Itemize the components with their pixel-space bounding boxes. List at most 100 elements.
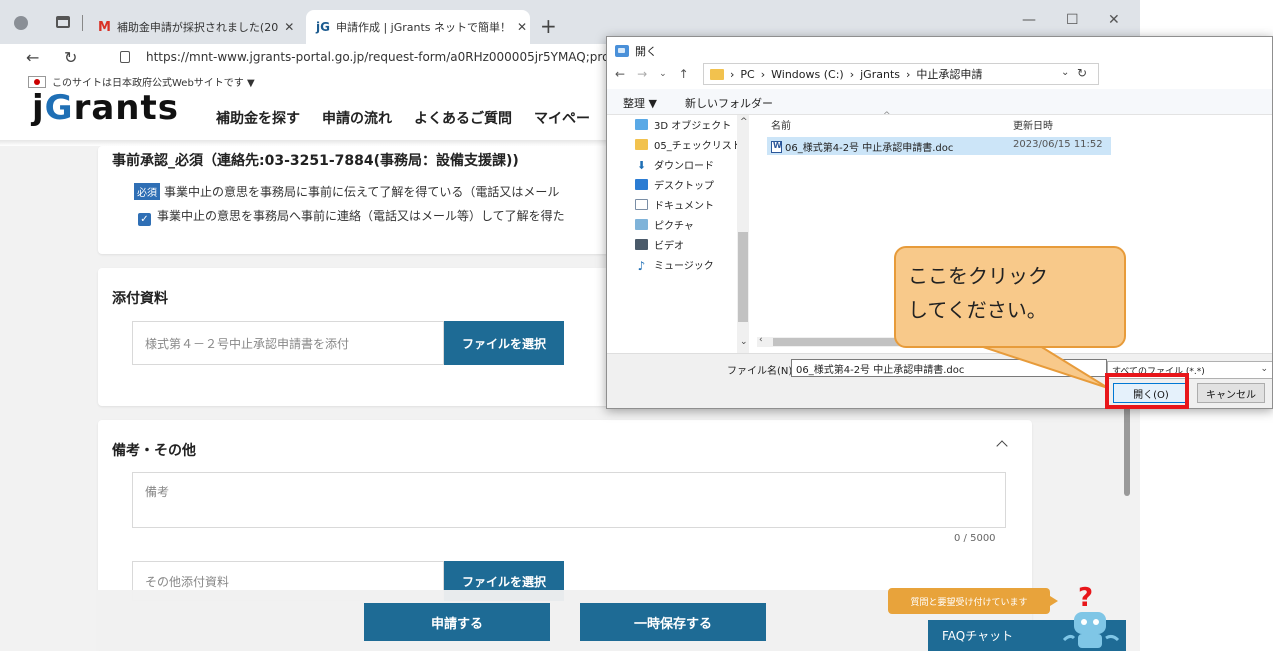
folder-icon (710, 68, 724, 80)
approval-checkbox-row[interactable]: ✓ 事業中止の意思を事務局へ事前に連絡（電話又はメール等）して了解を得た (138, 207, 565, 226)
sort-ascending-icon: ^ (883, 111, 891, 121)
callout-tail (980, 346, 1109, 389)
chevron-down-icon: ⌄ (1260, 364, 1268, 374)
path-segment-folder[interactable]: 中止承認申請 (916, 66, 982, 82)
scroll-down-icon[interactable]: ⌄ (740, 337, 748, 347)
logo-rest: rants (73, 88, 179, 128)
path-segment-jgrants[interactable]: jGrants (860, 68, 900, 81)
logo-letter-j: j (32, 88, 45, 128)
nav-search-subsidy[interactable]: 補助金を探す (216, 108, 300, 128)
instruction-callout: ここをクリック してください。 (894, 246, 1126, 348)
column-modified-header[interactable]: 更新日時 (1013, 117, 1053, 132)
open-button-highlight (1105, 373, 1189, 409)
dialog-path-bar[interactable]: › PC › Windows (C:) › jGrants › 中止承認申請 (703, 63, 1099, 85)
document-icon (635, 199, 648, 210)
tree-label: ドキュメント (654, 201, 714, 212)
close-window-icon[interactable]: ✕ (1108, 12, 1120, 28)
nav-mypage[interactable]: マイペー (534, 108, 590, 128)
tree-item-desktop[interactable]: デスクトップ (635, 177, 714, 192)
pictures-icon (635, 219, 648, 230)
lock-icon[interactable] (120, 51, 130, 63)
tab-gmail[interactable]: M 補助金申請が採択されました(20 ✕ (88, 10, 304, 44)
required-question: 必須 事業中止の意思を事務局に事前に伝えて了解を得ている（電話又はメール (134, 183, 559, 200)
maximize-icon[interactable]: ☐ (1066, 12, 1079, 28)
attachment-file-field[interactable]: 様式第４－２号中止承認申請書を添付 (132, 321, 444, 365)
file-name-cell[interactable]: 06_様式第4-2号 中止承認申請書.doc (771, 139, 953, 154)
scroll-up-icon[interactable]: ^ (740, 117, 748, 127)
tree-label: ビデオ (654, 241, 684, 252)
path-segment-drive[interactable]: Windows (C:) (771, 68, 844, 81)
tree-label: 05_チェックリスト (654, 141, 742, 152)
organize-menu[interactable]: 整理 ▼ (623, 95, 657, 111)
tree-item-checklist[interactable]: 05_チェックリスト (635, 137, 742, 152)
gov-notice[interactable]: このサイトは日本政府公式Webサイトです ▼ (28, 74, 255, 89)
logo-letter-g: G (44, 88, 74, 128)
nav-application-flow[interactable]: 申請の流れ (322, 108, 392, 128)
cancel-button[interactable]: キャンセル (1197, 383, 1265, 403)
up-icon[interactable]: ↑ (679, 67, 689, 81)
nav-faq[interactable]: よくあるご質問 (414, 108, 512, 128)
remarks-char-counter: 0 / 5000 (954, 533, 996, 544)
back-icon[interactable]: ← (615, 67, 625, 81)
callout-line-1: ここをクリック (908, 264, 1048, 288)
close-tab-icon[interactable]: ✕ (284, 20, 294, 34)
checkbox-checked-icon[interactable]: ✓ (138, 213, 151, 226)
japan-flag-icon (28, 75, 46, 88)
new-tab-icon[interactable]: + (540, 14, 557, 38)
remarks-textarea[interactable]: 備考 (132, 472, 1006, 528)
page-scrollbar[interactable] (1124, 400, 1130, 496)
tab-jgrants[interactable]: jG 申請作成 | jGrants ネットで簡単！ ✕ (306, 10, 530, 44)
faq-robot-icon[interactable]: ? (1060, 582, 1122, 651)
tree-item-music[interactable]: ♪ ミュージック (635, 257, 714, 273)
tree-item-pictures[interactable]: ピクチャ (635, 217, 694, 232)
open-file-dialog: 開く ← → ⌄ ↑ › PC › Windows (C:) › jGrants… (606, 36, 1273, 409)
required-badge: 必須 (134, 183, 160, 200)
tree-item-documents[interactable]: ドキュメント (635, 197, 714, 212)
choose-file-button[interactable]: ファイルを選択 (444, 321, 564, 365)
tab-actions-icon[interactable] (56, 16, 70, 28)
column-name-header[interactable]: 名前 (771, 117, 791, 132)
path-segment-pc[interactable]: PC (740, 68, 754, 81)
tree-scroll-thumb[interactable] (738, 232, 748, 322)
dialog-nav: ← → ⌄ ↑ (615, 67, 689, 81)
gmail-icon: M (98, 19, 111, 35)
file-modified-cell: 2023/06/15 11:52 (1013, 139, 1103, 150)
path-dropdown-icon[interactable]: ⌄ (1061, 67, 1069, 78)
tab-separator (82, 15, 83, 31)
back-icon[interactable]: ← (26, 48, 39, 67)
site-logo[interactable]: jGrants (32, 88, 179, 128)
recent-dropdown-icon[interactable]: ⌄ (659, 69, 667, 79)
app-root: M 補助金申請が採択されました(20 ✕ jG 申請作成 | jGrants ネ… (0, 0, 1273, 651)
save-draft-button[interactable]: 一時保存する (580, 603, 766, 641)
open-dialog-icon (615, 45, 629, 57)
scroll-left-icon[interactable]: ‹ (759, 335, 763, 345)
profile-icon[interactable] (14, 16, 28, 30)
tree-label: ミュージック (654, 261, 714, 272)
reload-icon[interactable]: ↻ (64, 48, 77, 67)
file-name-text: 06_様式第4-2号 中止承認申請書.doc (785, 143, 954, 154)
tree-item-videos[interactable]: ビデオ (635, 237, 684, 252)
tab-label: 補助金申請が採択されました(20 (116, 21, 279, 34)
dialog-title: 開く (635, 45, 657, 58)
dialog-title-bar: 開く (615, 43, 657, 59)
cube-icon (635, 119, 648, 130)
url-input[interactable]: https://mnt-www.jgrants-portal.go.jp/req… (146, 50, 606, 64)
tree-item-3d-objects[interactable]: 3D オブジェクト (635, 117, 731, 132)
tree-label: ダウンロード (654, 161, 714, 172)
refresh-icon[interactable]: ↻ (1077, 66, 1087, 80)
close-tab-icon[interactable]: ✕ (517, 20, 527, 34)
faq-bubble[interactable]: 質問と要望受け付けています (888, 588, 1058, 614)
desktop-icon (635, 179, 648, 190)
minimize-icon[interactable]: — (1022, 12, 1036, 28)
forward-icon[interactable]: → (637, 67, 647, 81)
path-separator: › (849, 67, 855, 81)
music-icon: ♪ (637, 259, 646, 273)
word-doc-icon (771, 141, 782, 153)
new-folder-button[interactable]: 新しいフォルダー (685, 95, 773, 111)
filename-label: ファイル名(N): (727, 366, 796, 377)
tree-item-downloads[interactable]: ⬇ ダウンロード (635, 157, 714, 172)
prior-approval-title: 事前承認_必須（連絡先:03-3251-7884(事務局：設備支援課)) (112, 153, 519, 169)
remarks-title: 備考・その他 (112, 443, 196, 459)
tree-label: デスクトップ (654, 181, 714, 192)
submit-button[interactable]: 申請する (364, 603, 550, 641)
